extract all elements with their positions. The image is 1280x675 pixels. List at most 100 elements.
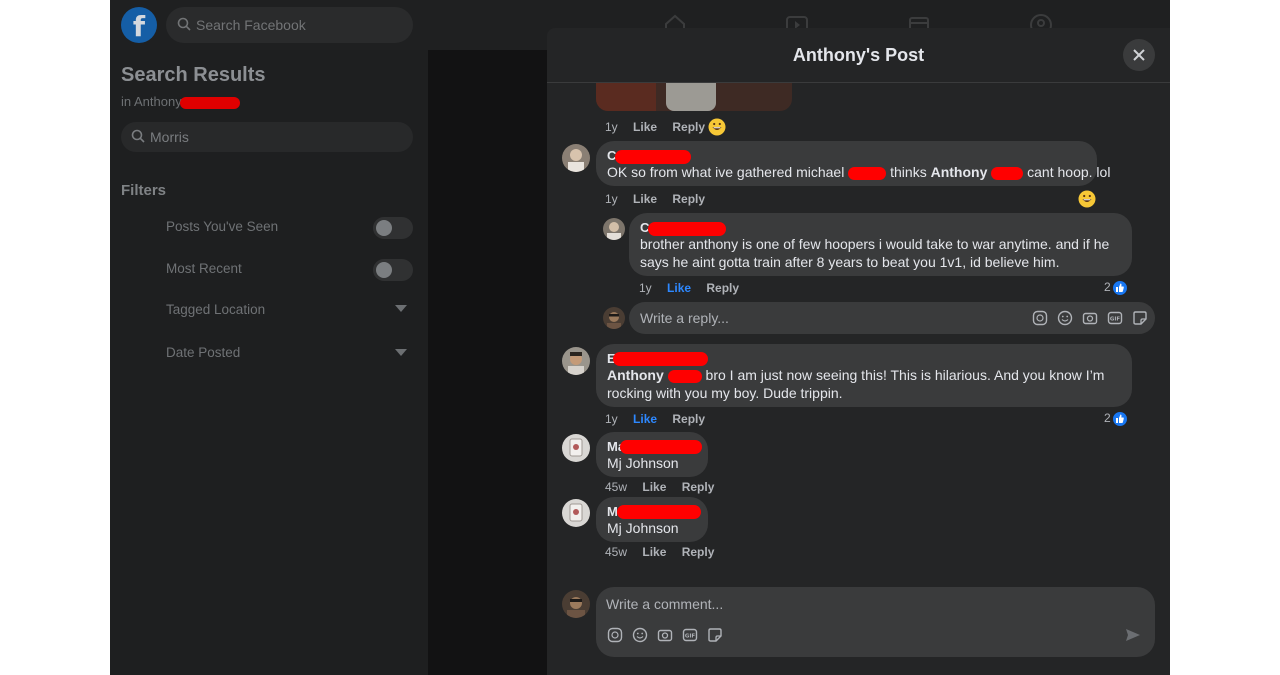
comment-actions: 1y Like Reply — [605, 191, 717, 207]
avatar[interactable] — [562, 434, 590, 462]
filter-date-posted[interactable]: Date Posted — [166, 345, 240, 360]
facebook-window: f Search Facebook Search Results in Anth… — [110, 0, 1170, 675]
reply-link[interactable]: Reply — [682, 545, 715, 559]
redaction-mark — [991, 166, 1024, 180]
reply-placeholder: Write a reply... — [640, 310, 729, 326]
timestamp[interactable]: 1y — [639, 281, 652, 295]
chevron-down-icon[interactable] — [395, 349, 407, 356]
comment-text: Mj Johnson — [607, 455, 679, 471]
like-count-value: 2 — [1104, 411, 1111, 425]
redaction-mark — [620, 440, 702, 454]
like-link[interactable]: Like — [642, 545, 666, 559]
grinning-emoji-icon[interactable] — [1078, 190, 1096, 208]
redaction-mark — [667, 369, 702, 383]
avatar-sticker-icon[interactable] — [607, 627, 623, 643]
thumbs-up-icon — [1111, 410, 1128, 427]
comment-actions: 1y Like Reply — [605, 411, 717, 427]
modal-title: Anthony's Post — [792, 45, 925, 65]
like-link-active[interactable]: Like — [667, 281, 691, 295]
timestamp[interactable]: 45w — [605, 480, 627, 494]
comment-image[interactable] — [596, 83, 792, 111]
avatar[interactable] — [562, 347, 590, 375]
comment-text: OK so from what ive gathered michael thi… — [607, 163, 1110, 181]
filters-heading: Filters — [121, 182, 167, 199]
results-search-input[interactable]: Morris — [121, 122, 413, 152]
image-region — [596, 83, 656, 111]
current-user-avatar[interactable] — [562, 590, 590, 618]
gif-icon[interactable]: GIF — [1107, 310, 1123, 326]
filter-posts-seen-toggle[interactable] — [373, 217, 413, 239]
comment-placeholder: Write a comment... — [606, 596, 724, 612]
reply-link[interactable]: Reply — [672, 412, 705, 426]
redaction-mark — [648, 222, 726, 236]
comment-actions: 45w Like Reply — [605, 544, 726, 560]
camera-icon[interactable] — [657, 627, 673, 643]
avatar[interactable] — [562, 499, 590, 527]
comment-actions: 1y Like Reply — [605, 119, 717, 135]
timestamp[interactable]: 1y — [605, 412, 618, 426]
redaction-mark — [617, 505, 701, 519]
timestamp[interactable]: 1y — [605, 192, 618, 206]
comment-input[interactable]: Write a comment... GIF — [596, 587, 1155, 657]
comment-text: Mj Johnson — [607, 520, 679, 536]
redaction-mark — [613, 352, 708, 366]
timestamp[interactable]: 1y — [605, 120, 618, 134]
comment-text: Anthony bro I am just now seeing this! T… — [607, 366, 1120, 402]
emoji-icon[interactable] — [632, 627, 648, 643]
toggle-knob — [376, 262, 392, 278]
like-count[interactable]: 2 — [1104, 409, 1128, 427]
comment-author[interactable]: E — [607, 351, 1120, 366]
image-region — [666, 83, 716, 111]
comment-text-part: OK so from what ive gathered michael — [607, 164, 845, 180]
avatar[interactable] — [562, 144, 590, 172]
timestamp[interactable]: 45w — [605, 545, 627, 559]
redaction-mark — [615, 150, 691, 164]
search-icon — [131, 129, 145, 143]
reply-link[interactable]: Reply — [672, 192, 705, 206]
comment-author[interactable]: M — [607, 504, 701, 519]
reply-input[interactable]: Write a reply... GIF — [629, 302, 1155, 334]
mentioned-name[interactable]: Anthony — [931, 164, 988, 180]
current-user-avatar[interactable] — [603, 307, 625, 329]
post-modal: Anthony's Post 1y Like Reply C OK so fro… — [547, 28, 1170, 675]
send-icon[interactable] — [1125, 627, 1141, 643]
emoji-icon[interactable] — [1057, 310, 1073, 326]
like-link[interactable]: Like — [633, 120, 657, 134]
filter-posts-seen-label: Posts You've Seen — [166, 219, 279, 234]
comment-bubble: E Anthony bro I am just now seeing this!… — [596, 344, 1132, 407]
toggle-knob — [376, 220, 392, 236]
filter-most-recent-toggle[interactable] — [373, 259, 413, 281]
search-scope: in Anthony — [121, 94, 240, 109]
sticker-icon[interactable] — [1132, 310, 1148, 326]
comment-author[interactable]: C — [607, 148, 1085, 164]
filter-tagged-location[interactable]: Tagged Location — [166, 302, 265, 317]
comment-bubble: Ma Mj Johnson — [596, 432, 708, 477]
like-link-active[interactable]: Like — [633, 412, 657, 426]
comment-author[interactable]: Ma — [607, 439, 702, 454]
close-button[interactable] — [1123, 39, 1155, 71]
mentioned-name[interactable]: Anthony — [607, 367, 664, 383]
search-placeholder: Search Facebook — [196, 17, 306, 33]
reply-bubble: C brother anthony is one of few hoopers … — [629, 213, 1132, 276]
reply-link[interactable]: Reply — [706, 281, 739, 295]
camera-icon[interactable] — [1082, 310, 1098, 326]
facebook-logo[interactable]: f — [121, 7, 157, 43]
facebook-search-box[interactable]: Search Facebook — [166, 7, 413, 43]
comment-text: brother anthony is one of few hoopers i … — [640, 236, 1110, 270]
gif-icon[interactable]: GIF — [682, 627, 698, 643]
comment-actions: 45w Like Reply — [605, 479, 726, 495]
comment-author[interactable]: C — [640, 220, 1120, 236]
reply-link[interactable]: Reply — [672, 120, 705, 134]
sticker-icon[interactable] — [707, 627, 723, 643]
like-link[interactable]: Like — [633, 192, 657, 206]
like-count[interactable]: 2 — [1104, 278, 1128, 296]
grinning-emoji-icon[interactable] — [708, 118, 726, 136]
modal-header: Anthony's Post — [547, 28, 1170, 83]
chevron-down-icon[interactable] — [395, 305, 407, 312]
like-link[interactable]: Like — [642, 480, 666, 494]
reply-link[interactable]: Reply — [682, 480, 715, 494]
avatar[interactable] — [603, 218, 625, 240]
svg-text:GIF: GIF — [1110, 317, 1121, 323]
avatar-sticker-icon[interactable] — [1032, 310, 1048, 326]
redaction-mark — [848, 166, 887, 180]
